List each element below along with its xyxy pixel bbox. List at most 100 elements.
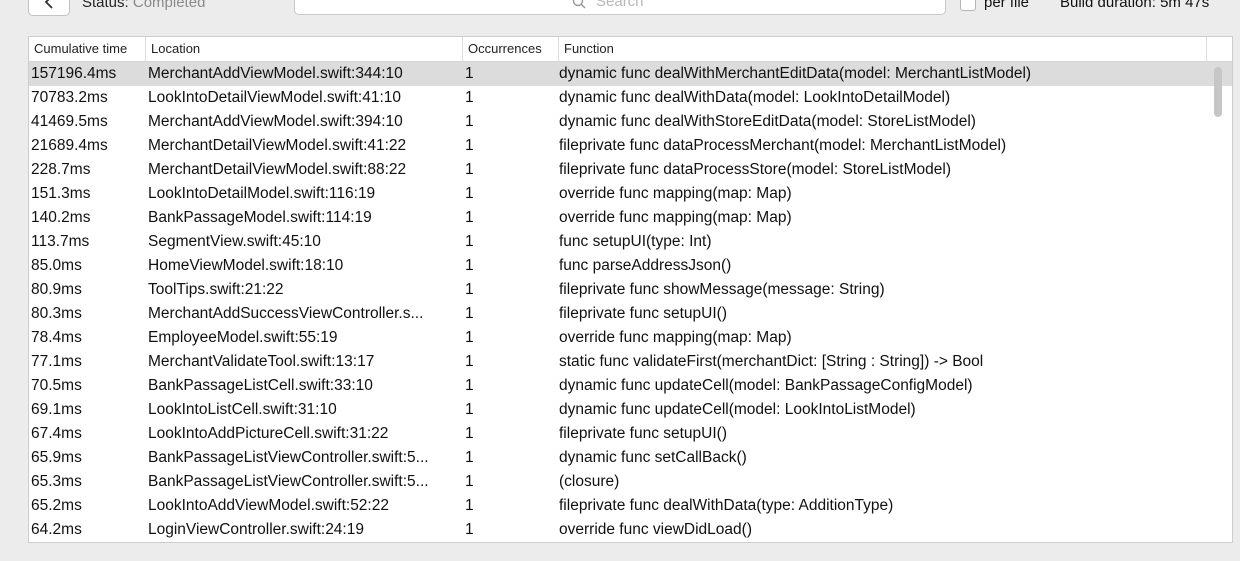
cell-function: static func validateFirst(merchantDict: … [559,353,984,370]
table-row[interactable]: 85.0ms HomeViewModel.swift:18:10 1 func par… [29,254,1232,278]
cell-cumulative-time: 64.2ms [31,521,82,538]
cell-cumulative-time: 85.0ms [31,257,82,274]
vertical-scrollbar[interactable] [1214,67,1222,117]
cell-function: fileprivate func setupUI() [559,305,727,322]
cell-cumulative-time: 65.2ms [31,497,82,514]
table-row[interactable]: 80.9ms ToolTips.swift:21:22 1 fileprivate f… [29,278,1232,302]
cell-occurrences: 1 [465,65,474,82]
table-row[interactable]: 65.2ms LookIntoAddViewModel.swift:52:22 1 f… [29,494,1232,518]
cell-cumulative-time: 140.2ms [31,209,91,226]
cell-cumulative-time: 70783.2ms [31,89,108,106]
column-header-occurrences[interactable]: Occurrences [463,37,559,61]
cell-occurrences: 1 [465,305,474,322]
search-input[interactable] [594,0,668,11]
toolbar: Status: Completed per file Build duratio… [0,0,1240,16]
cell-location: BankPassageListViewController.swift:5... [148,449,429,466]
cell-function: dynamic func dealWithStoreEditData(model… [559,113,976,130]
cell-occurrences: 1 [465,89,474,106]
cell-function: fileprivate func dealWithData(type: Addi… [559,497,894,514]
cell-function: fileprivate func dataProcessStore(model:… [559,161,951,178]
chevron-left-icon [44,0,53,9]
cell-location: EmployeeModel.swift:55:19 [148,329,338,346]
table-row[interactable]: 67.4ms LookIntoAddPictureCell.swift:31:22… [29,422,1232,446]
cell-cumulative-time: 80.3ms [31,305,82,322]
cell-function: fileprivate func dataProcessMerchant(mod… [559,137,1007,154]
status-value: Completed [132,0,206,11]
table-row[interactable]: 113.7ms SegmentView.swift:45:10 1 func setu… [29,230,1232,254]
cell-occurrences: 1 [465,425,474,442]
cell-location: BankPassageListCell.swift:33:10 [148,377,373,394]
table-row[interactable]: 41469.5ms MerchantAddViewModel.swift:394:… [29,110,1232,134]
cell-function: dynamic func dealWithMerchantEditData(mo… [559,65,1032,82]
cell-occurrences: 1 [465,473,474,490]
build-status: Status: Completed [82,0,205,11]
cell-location: LookIntoDetailViewModel.swift:41:10 [148,89,402,106]
cell-cumulative-time: 70.5ms [31,377,82,394]
cell-location: ToolTips.swift:21:22 [148,281,284,298]
back-button[interactable] [28,0,70,16]
column-header-function[interactable]: Function [559,37,1207,61]
table-row[interactable]: 69.1ms LookIntoListCell.swift:31:10 1 dynam… [29,398,1232,422]
per-file-option[interactable]: per file [960,0,1029,11]
table-row[interactable]: 140.2ms BankPassageModel.swift:114:19 1 ove… [29,206,1232,230]
per-file-checkbox[interactable] [960,0,976,11]
cell-occurrences: 1 [465,185,474,202]
cell-cumulative-time: 69.1ms [31,401,82,418]
cell-location: HomeViewModel.swift:18:10 [148,257,344,274]
table-row[interactable]: 78.4ms EmployeeModel.swift:55:19 1 override… [29,326,1232,350]
cell-location: SegmentView.swift:45:10 [148,233,321,250]
table-row[interactable]: 64.2ms LoginViewController.swift:24:19 1 ov… [29,518,1232,542]
cell-function: dynamic func setCallBack() [559,449,747,466]
table-row[interactable]: 77.1ms MerchantValidateTool.swift:13:17 1 s… [29,350,1232,374]
cell-cumulative-time: 67.4ms [31,425,82,442]
cell-location: MerchantDetailViewModel.swift:88:22 [148,161,407,178]
cell-function: dynamic func dealWithData(model: LookInt… [559,89,951,106]
search-icon [572,0,586,8]
cell-location: LookIntoAddViewModel.swift:52:22 [148,497,389,514]
table-row[interactable]: 65.3ms BankPassageListViewController.swif… [29,470,1232,494]
table-row[interactable]: 70.5ms BankPassageListCell.swift:33:10 1 dy… [29,374,1232,398]
cell-location: LoginViewController.swift:24:19 [148,521,364,538]
table-row[interactable]: 65.9ms BankPassageListViewController.swif… [29,446,1232,470]
cell-occurrences: 1 [465,281,474,298]
table-row[interactable]: 80.3ms MerchantAddSuccessViewController.s… [29,302,1232,326]
table-row[interactable]: 157196.4ms MerchantAddViewModel.swift:344… [29,62,1232,86]
cell-occurrences: 1 [465,209,474,226]
table-row[interactable]: 151.3ms LookIntoDetailModel.swift:116:19 1… [29,182,1232,206]
cell-occurrences: 1 [465,257,474,274]
cell-occurrences: 1 [465,377,474,394]
cell-cumulative-time: 77.1ms [31,353,82,370]
cell-occurrences: 1 [465,353,474,370]
cell-location: MerchantAddViewModel.swift:394:10 [148,113,403,130]
table-row[interactable]: 70783.2ms LookIntoDetailViewModel.swift:4… [29,86,1232,110]
search-field[interactable] [294,0,946,15]
results-table: Cumulative time Location Occurrences Fun… [28,36,1233,543]
cell-function: override func mapping(map: Map) [559,329,792,346]
cell-cumulative-time: 65.3ms [31,473,82,490]
cell-location: LookIntoDetailModel.swift:116:19 [148,185,376,202]
cell-function: dynamic func updateCell(model: LookIntoL… [559,401,916,418]
cell-occurrences: 1 [465,497,474,514]
cell-cumulative-time: 157196.4ms [31,65,117,82]
cell-function: fileprivate func showMessage(message: St… [559,281,885,298]
table-body: 157196.4ms MerchantAddViewModel.swift:344… [29,62,1232,542]
cell-cumulative-time: 65.9ms [31,449,82,466]
per-file-label: per file [984,0,1030,11]
cell-cumulative-time: 21689.4ms [31,137,108,154]
cell-cumulative-time: 78.4ms [31,329,82,346]
cell-occurrences: 1 [465,401,474,418]
cell-location: MerchantDetailViewModel.swift:41:22 [148,137,407,154]
cell-function: override func mapping(map: Map) [559,185,792,202]
cell-function: override func mapping(map: Map) [559,209,792,226]
table-row[interactable]: 21689.4ms MerchantDetailViewModel.swift:4… [29,134,1232,158]
cell-location: MerchantValidateTool.swift:13:17 [148,353,375,370]
cell-function: func parseAddressJson() [559,257,732,274]
column-header-cumulative-time[interactable]: Cumulative time [29,37,146,61]
cell-cumulative-time: 113.7ms [31,233,90,250]
table-row[interactable]: 228.7ms MerchantDetailViewModel.swift:88:… [29,158,1232,182]
cell-occurrences: 1 [465,449,474,466]
status-label: Status: [82,0,129,11]
column-header-location[interactable]: Location [146,37,463,61]
cell-cumulative-time: 151.3ms [31,185,91,202]
cell-function: override func viewDidLoad() [559,521,752,538]
